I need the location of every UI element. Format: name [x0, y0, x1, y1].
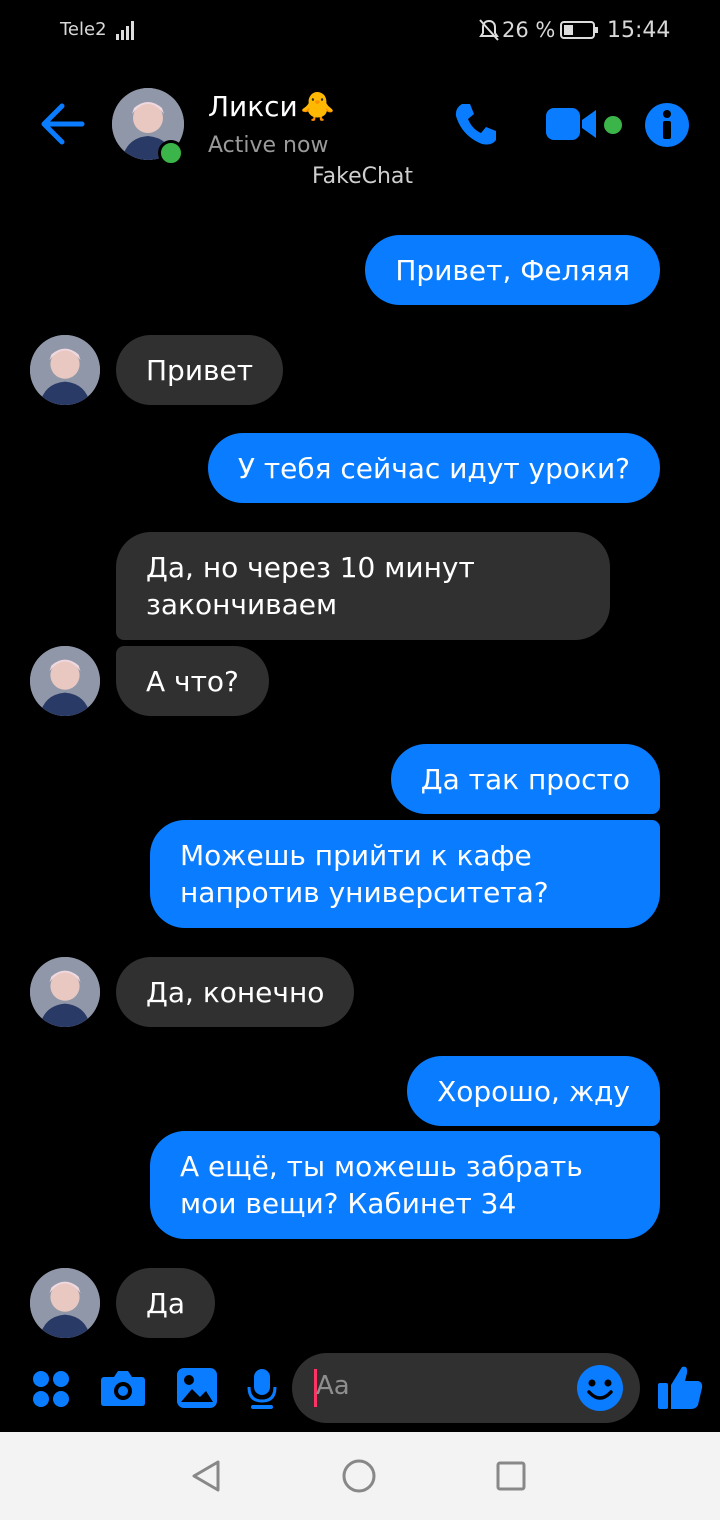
battery-percent: 26 % — [502, 18, 556, 42]
input-placeholder: Aa — [316, 1371, 350, 1401]
system-nav-bar — [0, 1432, 720, 1520]
video-active-dot — [604, 116, 622, 134]
info-icon[interactable] — [644, 102, 690, 148]
sender-avatar — [30, 335, 100, 405]
gallery-icon[interactable] — [176, 1367, 218, 1409]
message-in[interactable]: Да, но через 10 минут закончиваем — [116, 532, 610, 640]
composer-bar: Aa — [0, 1345, 720, 1431]
camera-icon[interactable] — [100, 1367, 146, 1407]
sender-avatar — [30, 957, 100, 1027]
message-out[interactable]: Привет, Феляяя — [365, 235, 660, 305]
status-bar: Tele2 26 % 15:44 — [0, 0, 720, 60]
carrier-label: Tele2 — [60, 19, 107, 40]
message-out[interactable]: А ещё, ты можешь забрать мои вещи? Кабин… — [150, 1131, 660, 1239]
emoji-icon[interactable] — [576, 1364, 624, 1412]
message-in[interactable]: Да — [116, 1268, 216, 1338]
contact-emoji: 🐥 — [300, 90, 335, 123]
message-input[interactable]: Aa — [292, 1353, 640, 1423]
microphone-icon[interactable] — [246, 1367, 278, 1411]
sender-avatar — [30, 646, 100, 716]
message-in[interactable]: А что? — [116, 646, 269, 716]
signal-icon — [116, 21, 134, 40]
watermark: FakeChat — [312, 164, 414, 189]
phone-icon[interactable] — [452, 100, 500, 148]
contact-name: Ликси — [208, 90, 298, 123]
message-in[interactable]: Да, конечно — [116, 957, 355, 1027]
message-out[interactable]: У тебя сейчас идут уроки? — [207, 433, 660, 503]
mute-bell-icon — [479, 19, 499, 41]
chat-header: Ликси 🐥 Active now FakeChat — [0, 80, 720, 200]
nav-recents-icon[interactable] — [495, 1460, 527, 1492]
message-out[interactable]: Можешь прийти к кафе напротив университе… — [150, 820, 660, 928]
active-status: Active now — [208, 133, 329, 158]
message-in[interactable]: Привет — [116, 335, 284, 405]
video-camera-icon[interactable] — [544, 104, 600, 144]
message-out[interactable]: Хорошо, жду — [407, 1056, 660, 1126]
message-out[interactable]: Да так просто — [390, 744, 660, 814]
nav-home-icon[interactable] — [341, 1458, 377, 1494]
apps-icon[interactable] — [32, 1370, 70, 1408]
online-indicator — [158, 140, 184, 166]
clock: 15:44 — [607, 18, 671, 43]
battery-icon — [560, 21, 598, 39]
back-arrow-icon[interactable] — [40, 102, 86, 146]
nav-back-icon[interactable] — [188, 1458, 224, 1494]
thumbs-up-icon[interactable] — [656, 1363, 704, 1411]
sender-avatar — [30, 1268, 100, 1338]
